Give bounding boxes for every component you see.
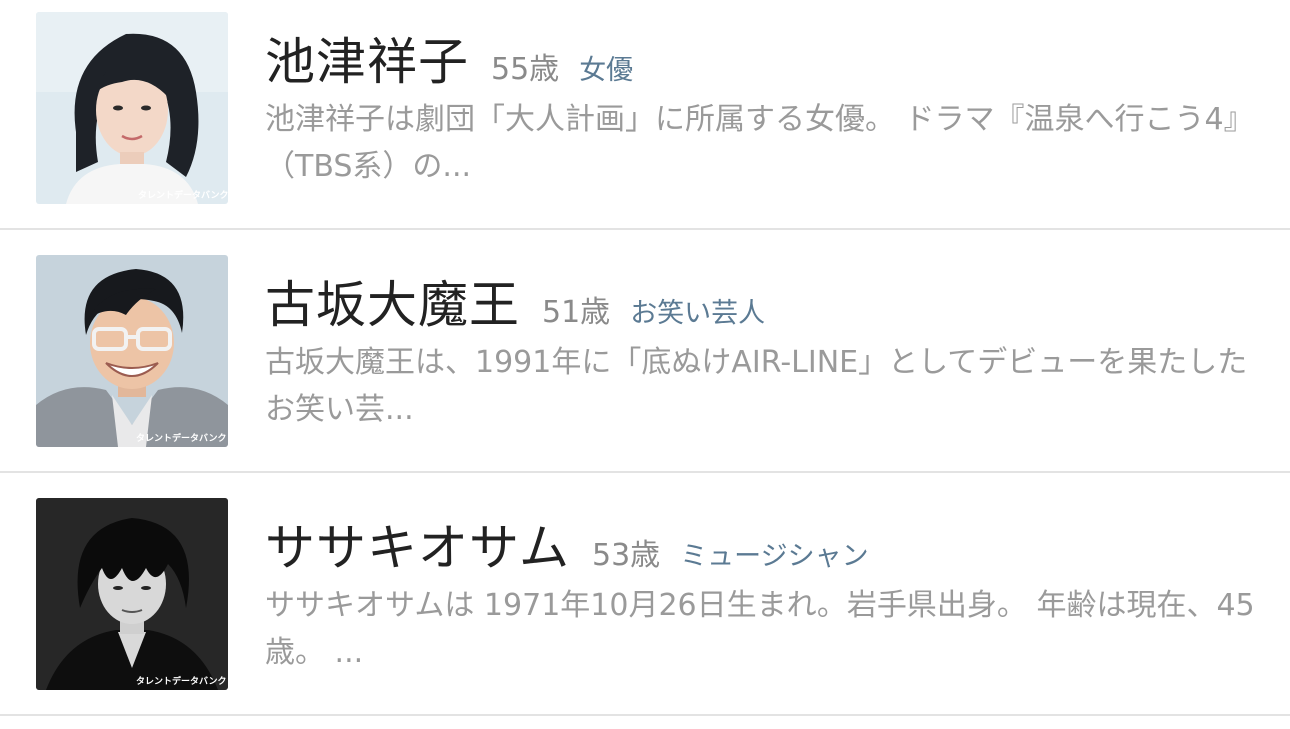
person-photo[interactable]: タレントデータバンク <box>36 255 228 447</box>
person-role[interactable]: お笑い芸人 <box>630 291 765 330</box>
person-description: ササキオサムは 1971年10月26日生まれ。岩手県出身。 年齢は現在、45歳。… <box>265 588 1255 670</box>
person-age: 53歳 <box>592 538 661 573</box>
person-name[interactable]: 池津祥子 <box>265 22 469 94</box>
person-description: 池津祥子は劇団「大人計画」に所属する女優。 ドラマ『温泉へ行こう4』（TBS系）… <box>265 102 1254 184</box>
photo-watermark: タレントデータバンク <box>138 189 228 201</box>
divider <box>0 228 1290 230</box>
person-header: ササキオサム 53歳 ミュージシャン <box>265 508 869 578</box>
person-role[interactable]: 女優 <box>579 48 633 87</box>
divider <box>0 471 1290 473</box>
photo-watermark: タレントデータバンク <box>136 432 226 444</box>
person-header: 池津祥子 55歳 女優 <box>265 22 633 92</box>
person-age: 55歳 <box>491 52 560 87</box>
person-photo-image: タレントデータバンク <box>36 255 228 447</box>
person-role[interactable]: ミュージシャン <box>680 534 868 573</box>
person-header: 古坂大魔王 51歳 お笑い芸人 <box>265 265 765 335</box>
list-item-person-3[interactable]: タレントデータバンク ササキオサム 53歳 ミュージシャン ササキオサムは 19… <box>0 486 1290 729</box>
list-item-person-1[interactable]: タレントデータバンク 池津祥子 55歳 女優 池津祥子は劇団「大人計画」に所属す… <box>0 0 1290 243</box>
talent-list: タレントデータバンク 池津祥子 55歳 女優 池津祥子は劇団「大人計画」に所属す… <box>0 0 1290 716</box>
person-description: 古坂大魔王は、1991年に「底ぬけAIR-LINE」としてデビューを果たしたお笑… <box>265 345 1248 427</box>
person-age: 51歳 <box>542 295 611 330</box>
person-name[interactable]: 古坂大魔王 <box>265 265 520 337</box>
person-name[interactable]: ササキオサム <box>265 508 570 580</box>
person-photo[interactable]: タレントデータバンク <box>36 498 228 690</box>
photo-watermark: タレントデータバンク <box>136 675 226 687</box>
person-photo-image: タレントデータバンク <box>36 12 228 204</box>
person-photo-image: タレントデータバンク <box>36 498 228 690</box>
list-item-person-2[interactable]: タレントデータバンク 古坂大魔王 51歳 お笑い芸人 古坂大魔王は、1991年に… <box>0 243 1290 486</box>
person-photo[interactable]: タレントデータバンク <box>36 12 228 204</box>
